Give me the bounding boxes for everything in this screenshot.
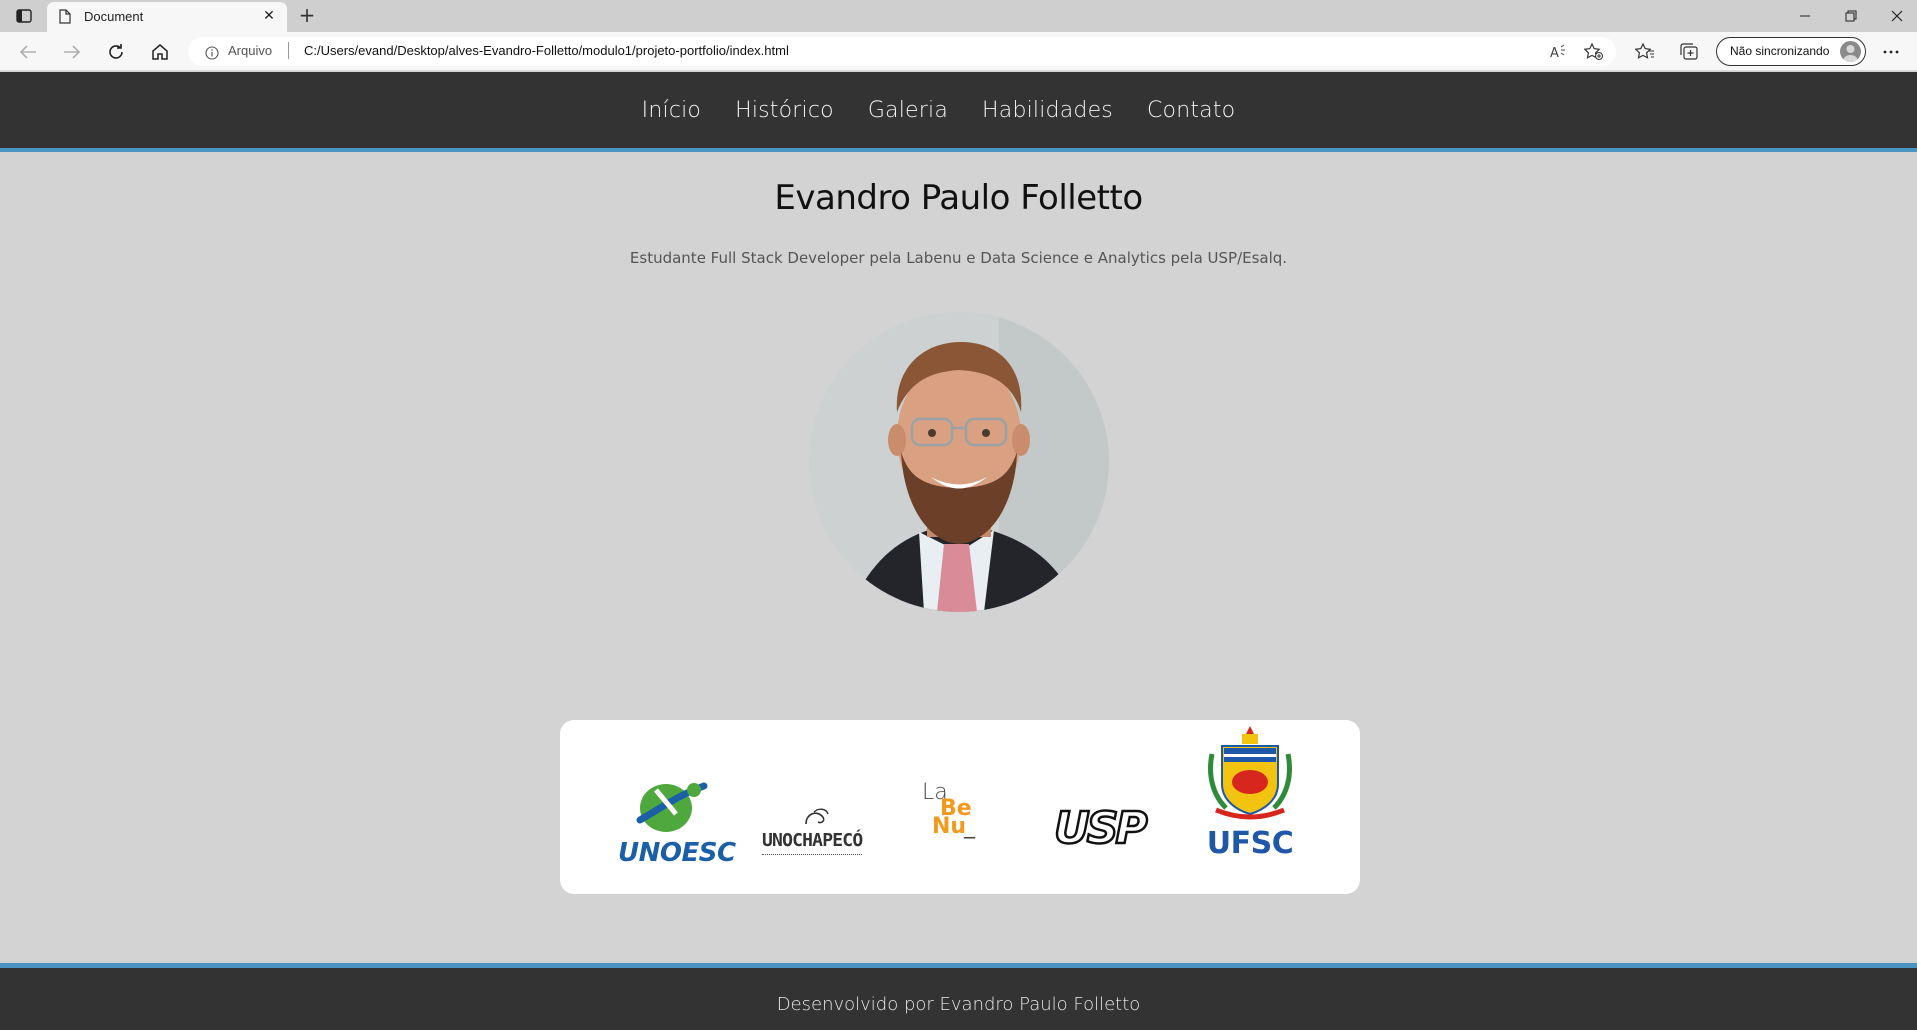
unochapeco-swirl-icon	[805, 808, 829, 825]
tab-actions-icon[interactable]	[14, 7, 34, 25]
sync-status-label: Não sincronizando	[1730, 44, 1830, 58]
profile-avatar-icon	[1840, 41, 1861, 62]
usp-logo: USP	[1053, 803, 1158, 854]
read-aloud-icon[interactable]: A	[1548, 42, 1568, 62]
labenu-nu-text: Nu	[932, 814, 967, 839]
file-scheme-label: Arquivo	[228, 43, 273, 58]
info-icon[interactable]	[205, 45, 219, 60]
close-window-icon[interactable]	[1882, 4, 1912, 28]
unoesc-emblem-icon	[636, 782, 708, 832]
restore-icon[interactable]	[1836, 4, 1866, 28]
add-favorite-icon[interactable]	[1584, 42, 1604, 62]
url-separator	[288, 42, 289, 59]
usp-logo-text: USP	[1053, 803, 1149, 854]
address-bar-row: Arquivo C:/Users/evand/Desktop/alves-Eva…	[0, 32, 1917, 71]
profile-photo	[809, 312, 1109, 612]
main-nav: Início Histórico Galeria Habilidades Con…	[0, 72, 1917, 148]
unochapeco-logo-text: UNOCHAPECÓ	[762, 830, 863, 851]
unoesc-logo: UNOESC	[618, 780, 736, 868]
minimize-icon[interactable]	[1790, 4, 1820, 28]
browser-tab[interactable]: Document ✕	[47, 2, 287, 32]
profile-sync-button[interactable]: Não sincronizando	[1716, 37, 1866, 66]
nav-link-galeria[interactable]: Galeria	[868, 98, 948, 123]
hero-subtitle: Estudante Full Stack Developer pela Labe…	[629, 249, 1288, 267]
back-icon[interactable]	[16, 40, 40, 64]
svg-text:A: A	[1550, 46, 1559, 60]
favorites-icon[interactable]	[1634, 41, 1656, 63]
tab-title: Document	[84, 9, 144, 24]
document-icon	[59, 9, 73, 25]
education-logos-card: UNOESC UNOCHAPECÓ La Be Nu _ USP UFSC	[560, 720, 1360, 894]
collections-icon[interactable]	[1678, 41, 1700, 63]
close-tab-icon[interactable]: ✕	[261, 8, 277, 24]
labenu-logo: La Be Nu _	[922, 780, 1002, 850]
url-text[interactable]: C:/Users/evand/Desktop/alves-Evandro-Fol…	[304, 43, 789, 58]
more-options-icon[interactable]	[1880, 41, 1902, 63]
ufsc-logo: UFSC	[1202, 724, 1298, 894]
nav-link-historico[interactable]: Histórico	[735, 98, 834, 123]
new-tab-button[interactable]: +	[295, 4, 319, 28]
unoesc-logo-text: UNOESC	[618, 838, 736, 868]
unochapeco-tagline-line	[762, 854, 862, 856]
nav-link-inicio[interactable]: Início	[642, 98, 701, 123]
labenu-underscore-text: _	[964, 814, 975, 839]
footer-credit-text: Desenvolvido por Evandro Paulo Folletto	[776, 994, 1141, 1015]
nav-link-contato[interactable]: Contato	[1147, 98, 1235, 123]
ufsc-coat-of-arms-icon	[1208, 726, 1292, 820]
site-header: Início Histórico Galeria Habilidades Con…	[0, 72, 1917, 152]
forward-icon[interactable]	[60, 40, 84, 64]
page-title: Evandro Paulo Folletto	[774, 178, 1143, 218]
nav-link-habilidades[interactable]: Habilidades	[982, 98, 1113, 123]
site-footer: Desenvolvido por Evandro Paulo Folletto	[0, 963, 1917, 1030]
url-field[interactable]: Arquivo C:/Users/evand/Desktop/alves-Eva…	[188, 37, 1616, 66]
browser-tab-bar: Document ✕ +	[0, 0, 1917, 32]
ufsc-logo-text: UFSC	[1206, 826, 1294, 861]
home-icon[interactable]	[148, 40, 172, 64]
unochapeco-logo: UNOCHAPECÓ	[762, 808, 872, 866]
refresh-icon[interactable]	[104, 40, 128, 64]
